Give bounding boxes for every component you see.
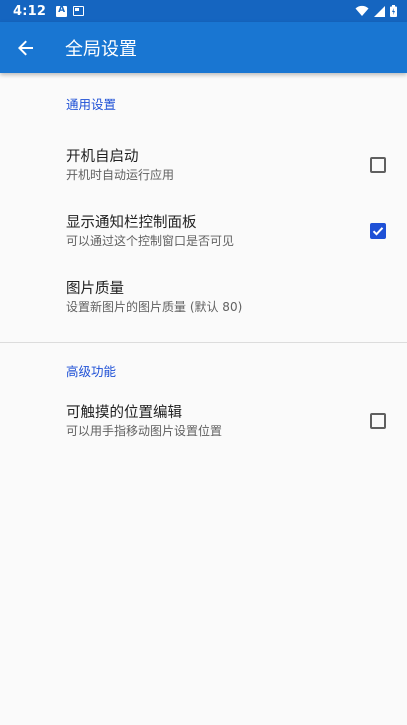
section-divider (0, 342, 407, 343)
section-header-general: 通用设置 (66, 97, 117, 112)
pref-notification-panel[interactable]: 显示通知栏控制面板 可以通过这个控制窗口是否可见 (0, 198, 407, 264)
status-bar: 4:12 (0, 0, 407, 22)
pref-summary: 开机时自动运行应用 (66, 168, 175, 182)
notification-panel-checkbox[interactable] (370, 223, 386, 239)
pref-summary: 可以用手指移动图片设置位置 (66, 424, 223, 438)
check-icon (372, 227, 384, 236)
signal-icon (374, 5, 385, 17)
pref-image-quality[interactable]: 图片质量 设置新图片的图片质量 (默认 80) (0, 264, 407, 330)
pref-title: 显示通知栏控制面板 (66, 215, 197, 231)
page-title: 全局设置 (65, 38, 137, 60)
autostart-checkbox[interactable] (370, 157, 386, 173)
pref-touch-position-edit[interactable]: 可触摸的位置编辑 可以用手指移动图片设置位置 (0, 388, 407, 454)
pref-summary: 设置新图片的图片质量 (默认 80) (66, 300, 243, 314)
touch-position-edit-checkbox[interactable] (370, 413, 386, 429)
arrow-back-icon (18, 40, 33, 55)
wifi-icon (355, 5, 369, 16)
cast-icon (73, 6, 85, 16)
pref-title: 图片质量 (66, 281, 124, 297)
app-bar: 全局设置 (0, 22, 407, 73)
accessibility-icon (56, 5, 68, 17)
status-system-icons (355, 5, 397, 17)
battery-icon (390, 5, 397, 17)
settings-list: 通用设置 开机自启动 开机时自动运行应用 显示通知栏控制面板 可以通过这个控制窗… (0, 73, 407, 454)
pref-title: 开机自启动 (66, 149, 139, 165)
back-button[interactable] (0, 22, 52, 73)
section-header-advanced: 高级功能 (66, 364, 117, 379)
pref-autostart[interactable]: 开机自启动 开机时自动运行应用 (0, 132, 407, 198)
pref-summary: 可以通过这个控制窗口是否可见 (66, 234, 235, 248)
status-time: 4:12 (13, 3, 47, 19)
status-notification-icons (56, 5, 85, 17)
pref-title: 可触摸的位置编辑 (66, 405, 182, 421)
